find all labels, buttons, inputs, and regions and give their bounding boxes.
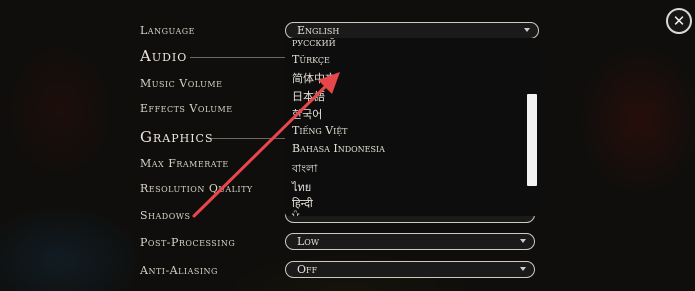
annotation-arrow	[192, 72, 340, 218]
